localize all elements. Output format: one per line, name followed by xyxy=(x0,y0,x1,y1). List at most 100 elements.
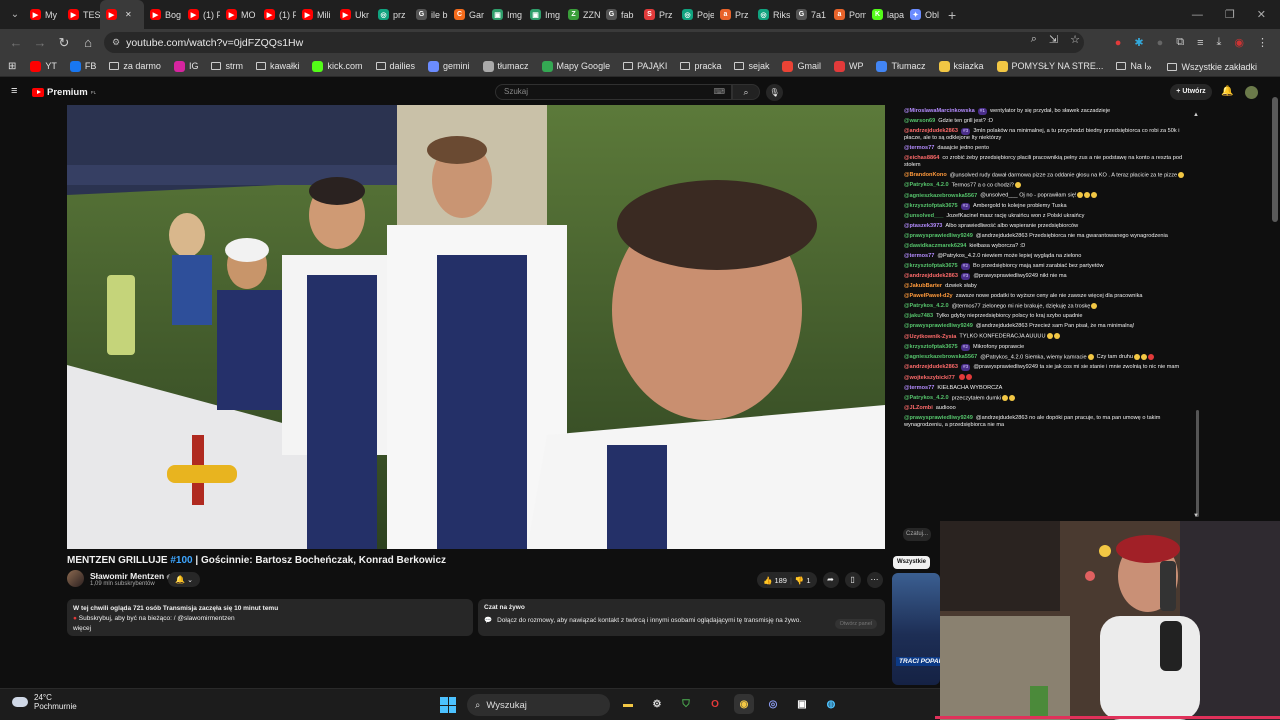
chat-message[interactable]: @krzysztofptak3675 #2 Ambergold to kolejne… xyxy=(893,201,1203,211)
browser-tab[interactable]: ▶ MO xyxy=(220,0,258,29)
chat-message[interactable]: @andrzejdudek2863 #3 3mln polaków na minim… xyxy=(893,126,1203,143)
close-window-icon[interactable]: ✕ xyxy=(1257,8,1266,21)
bookmark-item[interactable]: POMYSŁY NA STRE... xyxy=(996,60,1103,72)
chat-author[interactable]: @krzysztofptak3675 xyxy=(904,263,958,269)
chat-author[interactable]: @JLZombi xyxy=(904,405,933,411)
chat-author[interactable]: @ptaszek3973 xyxy=(904,223,942,229)
downloads-icon[interactable]: ⤓ xyxy=(1217,36,1222,49)
bookmark-item[interactable]: kick.com xyxy=(312,60,363,72)
voice-search-button[interactable]: 🎙 xyxy=(766,84,783,101)
forward-button[interactable]: → xyxy=(28,35,52,50)
back-button[interactable]: ← xyxy=(4,35,28,50)
share-button[interactable]: ➦ xyxy=(822,572,839,588)
chat-message[interactable]: @Patrykos_4.2.0 @termos77 zielonego mi ni… xyxy=(893,301,1203,311)
chrome-icon[interactable]: ◉ xyxy=(734,694,754,714)
bookmark-item[interactable]: IG xyxy=(173,60,198,72)
chat-message[interactable]: @prawysprawiedliwy9249 @andrzejdudek2863 … xyxy=(893,414,1203,431)
home-button[interactable]: ⌂ xyxy=(76,35,100,50)
chat-message[interactable]: @dawidkaczmarek6294 kiełbasa wyborcza? :D xyxy=(893,241,1203,251)
chat-author[interactable]: @termos77 xyxy=(904,145,934,151)
browser-tab[interactable]: ▶ My xyxy=(24,0,62,29)
browser-tab[interactable]: ▶ ✕ xyxy=(100,0,144,29)
browser-tab[interactable]: ◎ Riks xyxy=(752,0,790,29)
chat-author[interactable]: @Patrykos_4.2.0 xyxy=(904,395,949,401)
chat-message[interactable]: @Patrykos_4.2.0 Termos77 a o co chodzi? xyxy=(893,180,1203,190)
bookmark-item[interactable]: sejak xyxy=(734,61,769,72)
browser-tab[interactable]: ▶ Bog xyxy=(144,0,182,29)
browser-tab[interactable]: a Prz xyxy=(714,0,752,29)
browser-tab[interactable]: ▶ (1) F xyxy=(258,0,296,29)
bookmark-item[interactable]: strm xyxy=(211,61,243,72)
bookmark-item[interactable]: FB xyxy=(69,60,96,72)
chat-message[interactable]: @termos77 KIEŁBACHA WYBORCZA xyxy=(893,383,1203,393)
weather-widget[interactable]: 24°C Pochmurnie xyxy=(12,693,77,711)
address-bar[interactable]: ⚙ youtube.com/watch?v=0jdFZQQs1Hw xyxy=(104,32,1084,53)
page-scrollbar[interactable] xyxy=(1272,97,1278,222)
filter-chip-all[interactable]: Wszystkie xyxy=(893,556,930,569)
notifications-bell-icon[interactable]: 🔔 xyxy=(1221,86,1233,97)
chat-author[interactable]: @eichas8864 xyxy=(904,155,939,161)
chat-author[interactable]: @krzysztofptak3675 xyxy=(904,344,958,350)
new-tab-button[interactable]: + xyxy=(948,7,956,23)
browser-tab[interactable]: Gile b xyxy=(410,0,448,29)
bookmark-item[interactable]: PAJĄKI xyxy=(623,61,667,72)
chat-message[interactable]: @agnieszkazebrowska5567 @Patrykos_4.2.0 S… xyxy=(893,352,1203,362)
chat-message[interactable]: @MiroslawaMarcinkowska #1 wentylator by si… xyxy=(893,106,1203,116)
extension-icon[interactable]: ● xyxy=(1157,37,1164,49)
bookmark-item[interactable]: gemini xyxy=(428,60,470,72)
chat-input[interactable]: Czatuj... xyxy=(903,528,931,541)
apps-grid-icon[interactable]: ⊞ xyxy=(8,61,16,72)
like-button[interactable]: 👍 189 xyxy=(763,576,787,585)
chat-author[interactable]: @andrzejdudek2863 xyxy=(904,128,958,134)
chat-author[interactable]: @termos77 xyxy=(904,253,934,259)
hamburger-menu-icon[interactable]: ≡ xyxy=(11,85,17,97)
browser-tab[interactable]: ▣ Img xyxy=(524,0,562,29)
bookmark-item[interactable]: kawałki xyxy=(255,61,299,72)
chat-message[interactable]: @prawysprawiedliwy9249 @andrzejdudek2863 … xyxy=(893,231,1203,241)
chat-scrollbar[interactable] xyxy=(1196,410,1199,517)
browser-tab[interactable]: S Prz xyxy=(638,0,676,29)
discord-icon[interactable]: ◎ xyxy=(763,694,783,714)
bookmark-item[interactable]: dailies xyxy=(375,61,415,72)
chat-author[interactable]: @MiroslawaMarcinkowska xyxy=(904,108,975,114)
more-actions-button[interactable]: ⋯ xyxy=(866,572,883,588)
minimize-icon[interactable]: — xyxy=(1192,9,1203,21)
extension-icon[interactable]: ✱ xyxy=(1134,36,1143,49)
keyboard-icon[interactable]: ⌨ xyxy=(713,85,725,99)
browser-tab[interactable]: G 7a1 xyxy=(790,0,828,29)
opera-icon[interactable]: O xyxy=(705,694,725,714)
chat-message[interactable]: @JLZombi audiooo xyxy=(893,404,1203,414)
install-icon[interactable]: ⇲ xyxy=(1049,33,1058,46)
settings-app-icon[interactable]: ⚙ xyxy=(647,694,667,714)
browser-tab[interactable]: ▶ Ukr xyxy=(334,0,372,29)
video-player[interactable] xyxy=(67,105,885,549)
show-more-link[interactable]: więcej xyxy=(73,624,467,634)
capcut-icon[interactable]: ▣ xyxy=(792,694,812,714)
chat-message[interactable]: @ptaszek3973 Albo sprawiedliwość albo wsp… xyxy=(893,221,1203,231)
chat-message[interactable]: @krzysztofptak3675 #2 Bo przedsiębiorcy ma… xyxy=(893,261,1203,271)
reload-button[interactable]: ↻ xyxy=(52,35,76,51)
chat-message[interactable]: @prawysprawiedliwy9249 @andrzejdudek2863 … xyxy=(893,322,1203,332)
brave-icon[interactable]: ⛉ xyxy=(676,694,696,714)
chat-message[interactable]: @Uzytkownik-Zysia TYLKO KONFEDERACJA AUUU… xyxy=(893,332,1203,342)
open-panel-button[interactable]: Otwórz panel xyxy=(834,619,877,629)
chat-author[interactable]: @agnieszkazebrowska5567 xyxy=(904,354,977,360)
channel-name[interactable]: Sławomir Mentzen ◉ xyxy=(90,571,173,581)
browser-tab[interactable]: ◎ prz xyxy=(372,0,410,29)
browser-tab[interactable]: Z ZZN xyxy=(562,0,600,29)
bookmark-star-icon[interactable]: ☆ xyxy=(1070,33,1080,46)
media-icon[interactable]: ≡ xyxy=(1197,37,1203,49)
create-button[interactable]: + Utwórz xyxy=(1170,84,1212,100)
chat-scroll-down-icon[interactable]: ▼ xyxy=(1193,513,1199,519)
tab-search-chevron-icon[interactable]: ⌄ xyxy=(6,9,24,20)
globe-app-icon[interactable]: ◍ xyxy=(821,694,841,714)
dislike-button[interactable]: 👎 1 xyxy=(795,576,811,585)
youtube-logo[interactable]: Premium PL xyxy=(32,87,96,98)
browser-tab[interactable]: Klapa xyxy=(866,0,904,29)
browser-tab[interactable]: ▣ Img xyxy=(486,0,524,29)
chat-message[interactable]: @termos77 daaajcie jedno pento xyxy=(893,143,1203,153)
chat-author[interactable]: @BrandonKono xyxy=(904,172,947,178)
bookmark-item[interactable]: WP xyxy=(833,60,863,72)
chat-message[interactable]: @andrzejdudek2863 #3 @prawysprawiedliwy924… xyxy=(893,363,1203,373)
chat-message[interactable]: @jaku7483 Tylko gdyby nieprzedsiębiorcy p… xyxy=(893,312,1203,322)
